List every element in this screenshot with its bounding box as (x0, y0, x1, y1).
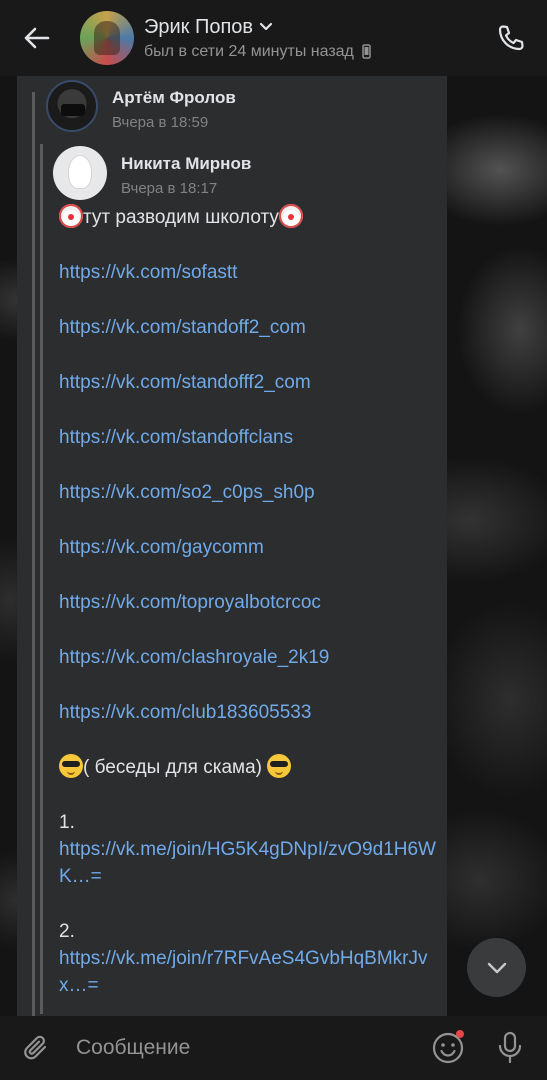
message-link[interactable]: https://vk.com/standoffclans (59, 427, 293, 448)
intro-text: тут разводим школоту (83, 207, 279, 228)
message-time: Вчера в 18:59 (112, 114, 209, 131)
section-text: ( беседы для скама) (83, 757, 263, 778)
message-input[interactable] (72, 1028, 416, 1068)
chat-header: Эрик Попов был в сети 24 минуты назад (0, 0, 547, 76)
author-name: Артём Фролов (112, 88, 236, 107)
message-bubble[interactable]: Артём Фролов Вчера в 18:59 Никита Мирнов… (17, 76, 447, 1016)
chat-title-block[interactable]: Эрик Попов был в сети 24 минуты назад (144, 16, 371, 61)
author-name: Никита Мирнов (121, 154, 252, 173)
message-link[interactable]: https://vk.com/standoff2_com (59, 317, 306, 338)
message-link[interactable]: https://vk.com/gaycomm (59, 537, 264, 558)
message-link[interactable]: https://vk.com/sofastt (59, 262, 237, 283)
message-composer (0, 1016, 547, 1080)
phone-device-icon (362, 44, 371, 59)
chevron-down-icon (259, 22, 273, 31)
author-avatar[interactable] (53, 146, 107, 200)
message-time: Вчера в 18:17 (121, 180, 218, 197)
author-avatar[interactable] (46, 80, 98, 132)
message-text: тут разводим школоту https://vk.com/sofa… (59, 204, 437, 999)
message-link[interactable]: https://vk.com/so2_c0ps_sh0p (59, 482, 315, 503)
forward-bar (32, 92, 35, 1016)
list-number: 1. (59, 812, 75, 833)
call-button[interactable] (491, 18, 531, 58)
intro-line: тут разводим школоту (59, 204, 437, 231)
chat-name: Эрик Попов (144, 15, 254, 38)
chat-avatar[interactable] (80, 11, 134, 65)
join-link[interactable]: https://vk.me/join/r7RFvAeS4GvbHqBMkrJvx… (59, 945, 437, 999)
nested-forward-bar (40, 144, 43, 1014)
message-link[interactable]: https://vk.com/clashroyale_2k19 (59, 647, 329, 668)
online-status: был в сети 24 минуты назад (144, 42, 354, 60)
attach-button[interactable] (0, 1016, 72, 1080)
forwarded-author-outer[interactable]: Артём Фролов Вчера в 18:59 (46, 80, 236, 132)
paperclip-icon (24, 1035, 47, 1060)
message-link[interactable]: https://vk.com/toproyalbotcrcoc (59, 592, 321, 613)
voice-message-button[interactable] (492, 1028, 528, 1068)
message-link[interactable]: https://vk.com/standofff2_com (59, 372, 311, 393)
section-line: ( беседы для скама) (59, 754, 437, 781)
list-number: 2. (59, 921, 75, 942)
notification-dot (456, 1030, 464, 1038)
clown-emoji-icon (278, 204, 303, 228)
microphone-icon (498, 1031, 522, 1064)
phone-call-icon (498, 25, 524, 51)
back-button[interactable] (0, 0, 72, 76)
arrow-left-icon (24, 27, 50, 49)
sunglasses-emoji-icon (267, 754, 292, 778)
scroll-down-button[interactable] (467, 938, 526, 997)
emoji-button[interactable] (430, 1030, 466, 1066)
forwarded-author-inner[interactable]: Никита Мирнов Вчера в 18:17 (53, 146, 251, 200)
join-link[interactable]: https://vk.me/join/HG5K4gDNpI/zvO9d1H6WK… (59, 836, 437, 890)
chevron-down-icon (487, 962, 506, 973)
message-link[interactable]: https://vk.com/club183605533 (59, 702, 311, 723)
clown-emoji-icon (59, 204, 83, 228)
sunglasses-emoji-icon (59, 754, 83, 778)
